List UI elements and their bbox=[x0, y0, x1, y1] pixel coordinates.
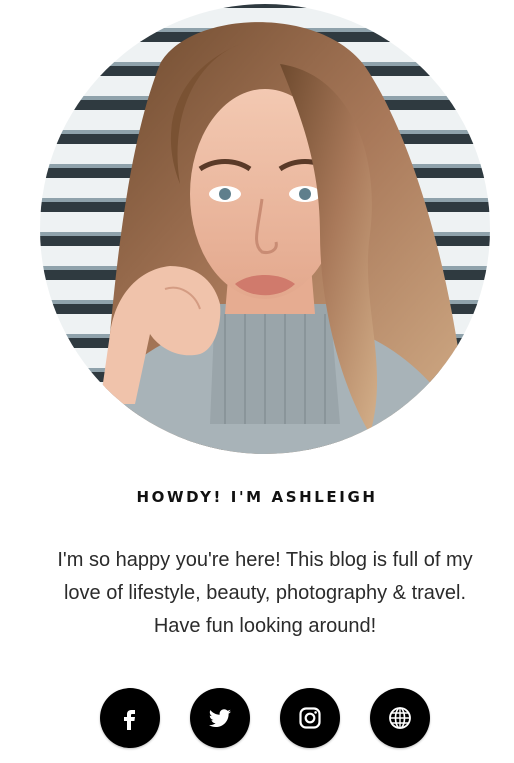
about-widget: HOWDY! I'M ASHLEIGH I'm so happy you're … bbox=[0, 0, 514, 763]
about-bio: I'm so happy you're here! This blog is f… bbox=[30, 544, 500, 643]
twitter-icon bbox=[208, 709, 231, 727]
facebook-icon bbox=[124, 710, 135, 730]
globe-icon bbox=[389, 707, 411, 729]
bio-line: love of lifestyle, beauty, photography &… bbox=[63, 582, 467, 604]
website-button[interactable] bbox=[370, 688, 430, 748]
profile-photo bbox=[40, 4, 490, 454]
instagram-button[interactable] bbox=[280, 688, 340, 748]
bio-line: I'm so happy you're here! This blog is f… bbox=[57, 549, 473, 571]
about-heading: HOWDY! I'M ASHLEIGH bbox=[136, 488, 378, 506]
social-links bbox=[0, 688, 514, 748]
instagram-icon bbox=[299, 707, 321, 729]
twitter-button[interactable] bbox=[190, 688, 250, 748]
facebook-button[interactable] bbox=[100, 688, 160, 748]
bio-line: Have fun looking around! bbox=[153, 615, 377, 637]
